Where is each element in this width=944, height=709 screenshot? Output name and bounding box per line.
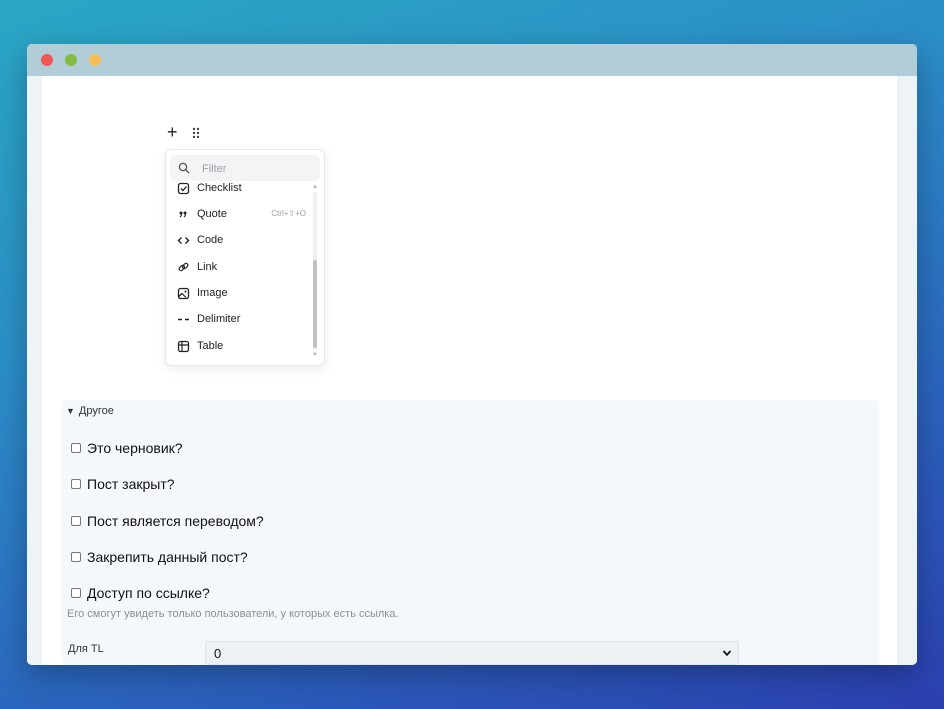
- link-access-label: Доступ по ссылке?: [87, 585, 210, 601]
- filter-input[interactable]: [200, 159, 314, 179]
- tool-shortcut: Ctrl+⇧+O: [271, 209, 306, 218]
- scroll-up-arrow-icon[interactable]: ▲: [312, 184, 318, 190]
- window-titlebar: [27, 44, 917, 76]
- draft-label: Это черновик?: [87, 440, 183, 456]
- tool-item-quote[interactable]: Quote Ctrl+⇧+O: [166, 204, 316, 226]
- tool-item-checklist[interactable]: Checklist: [166, 181, 316, 200]
- page-gutter-left: [27, 76, 42, 665]
- minimize-window-button[interactable]: [65, 54, 77, 66]
- table-icon: [177, 340, 190, 353]
- link-icon: [178, 262, 189, 272]
- triangle-down-icon: ▼: [66, 406, 75, 416]
- maximize-window-button[interactable]: [89, 54, 101, 66]
- tools-list: Checklist Quote Ctrl+⇧+O Code Link Image…: [166, 181, 316, 365]
- other-section-title: Другое: [78, 405, 114, 417]
- tl-select-value: 0: [214, 646, 222, 661]
- closed-checkbox[interactable]: [71, 479, 81, 489]
- translation-label: Пост является переводом?: [87, 513, 264, 529]
- browser-window: + Checklist: [27, 44, 917, 665]
- tool-label: Code: [197, 234, 224, 246]
- drag-handle-icon[interactable]: [191, 126, 201, 140]
- scrollbar-thumb[interactable]: [313, 260, 317, 348]
- tl-select[interactable]: 0: [205, 641, 739, 665]
- closed-label: Пост закрыт?: [87, 476, 175, 492]
- tool-item-delimiter[interactable]: Delimiter: [166, 309, 316, 331]
- image-icon: [177, 287, 190, 300]
- popover-scrollbar[interactable]: ▲ ▼: [311, 184, 319, 358]
- page-gutter-right: [897, 76, 917, 665]
- checklist-icon: [177, 182, 190, 195]
- link-access-hint: Его смогут увидеть только пользователи, …: [67, 608, 399, 620]
- draft-checkbox[interactable]: [71, 443, 81, 453]
- filter-box[interactable]: [170, 155, 320, 181]
- delimiter-icon: [178, 318, 189, 321]
- tool-item-image[interactable]: Image: [166, 283, 316, 305]
- tool-item-table[interactable]: Table: [166, 336, 316, 358]
- code-icon: [177, 237, 190, 244]
- chevron-down-icon: [722, 650, 732, 657]
- tool-label: Link: [197, 261, 218, 273]
- other-section-toggle[interactable]: ▼ Другое: [66, 405, 114, 417]
- translation-checkbox[interactable]: [71, 516, 81, 526]
- close-window-button[interactable]: [41, 54, 53, 66]
- link-access-checkbox[interactable]: [71, 588, 81, 598]
- other-settings-section: ▼ Другое Это черновик? Пост закрыт? Пост …: [62, 400, 879, 665]
- tool-label: Checklist: [197, 182, 242, 194]
- pin-checkbox[interactable]: [71, 552, 81, 562]
- tool-label: Image: [197, 287, 228, 299]
- tool-label: Delimiter: [197, 313, 241, 325]
- tool-label: Quote: [197, 208, 227, 220]
- scroll-down-arrow-icon[interactable]: ▼: [312, 352, 318, 358]
- pin-label: Закрепить данный пост?: [87, 549, 248, 565]
- quote-icon: [179, 211, 187, 218]
- search-icon: [178, 162, 190, 174]
- add-block-plus-icon[interactable]: +: [167, 122, 178, 142]
- tool-item-link[interactable]: Link: [166, 257, 316, 279]
- tool-label: Table: [197, 340, 224, 352]
- block-tools-popover: Checklist Quote Ctrl+⇧+O Code: [165, 149, 325, 366]
- tl-label: Для TL: [68, 643, 104, 655]
- tool-item-code[interactable]: Code: [166, 230, 316, 252]
